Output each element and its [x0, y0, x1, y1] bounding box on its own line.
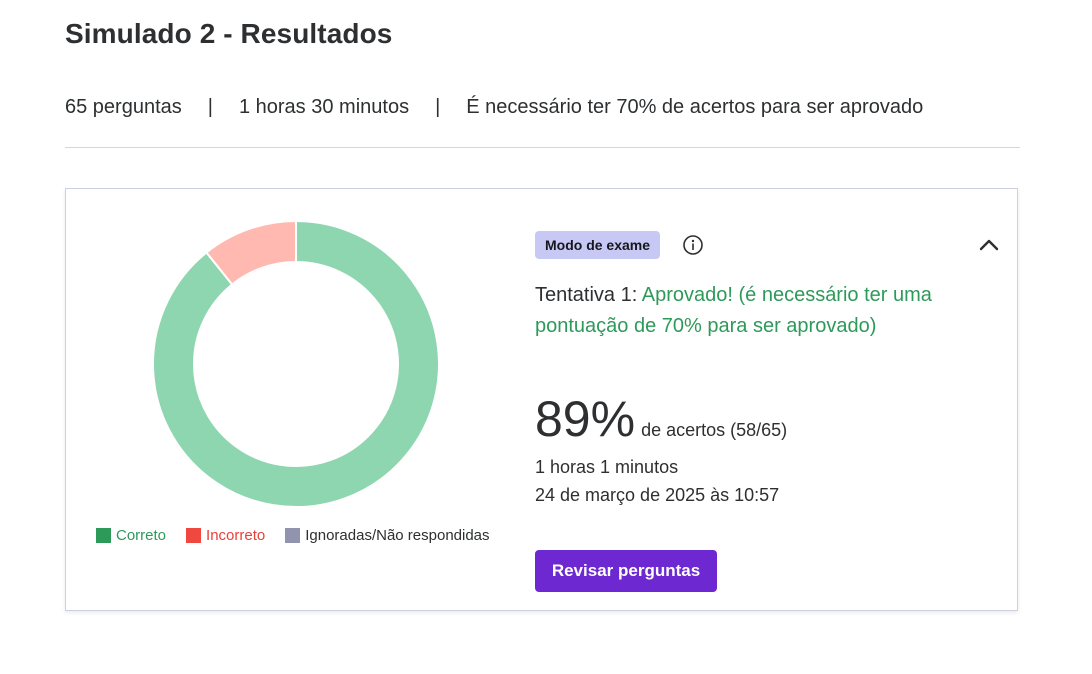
time-taken: 1 horas 1 minutos [535, 457, 679, 477]
exam-duration: 1 horas 30 minutos [238, 96, 410, 118]
page-title: Simulado 2 - Resultados [65, 18, 393, 49]
attempt-result: Tentativa 1: Aprovado! (é necessário ter… [535, 280, 935, 342]
chevron-up-icon[interactable] [976, 233, 1002, 257]
exam-mode-badge: Modo de exame [535, 231, 661, 259]
meta-separator: | [207, 96, 213, 118]
attempt-label: Tentativa 1: [535, 284, 638, 306]
donut-slice-correto [152, 220, 440, 508]
exam-meta-row: 65 perguntas | 1 horas 30 minutos | É ne… [65, 96, 1020, 119]
pass-requirement: É necessário ter 70% de acertos para ser… [466, 96, 924, 118]
chart-legend: Correto Incorreto Ignoradas/Não respondida… [96, 527, 510, 544]
header-divider [65, 147, 1020, 148]
legend-label: Incorreto [206, 527, 266, 544]
legend-label: Ignoradas/Não respondidas [305, 527, 490, 544]
legend-item: Ignoradas/Não respondidas [285, 527, 490, 544]
question-count: 65 perguntas [65, 96, 182, 118]
results-donut-chart [152, 220, 440, 508]
legend-label: Correto [116, 527, 167, 544]
score-percent: 89% [535, 391, 636, 447]
info-icon[interactable] [682, 234, 704, 256]
review-questions-button[interactable]: Revisar perguntas [535, 550, 717, 592]
legend-swatch [186, 528, 202, 543]
score-detail: de acertos (58/65) [641, 420, 788, 440]
attempt-date: 24 de março de 2025 às 10:57 [535, 485, 780, 505]
legend-item: Correto [96, 527, 166, 544]
legend-swatch [96, 528, 111, 543]
meta-separator: | [435, 96, 441, 118]
legend-swatch [285, 528, 301, 543]
legend-item: Incorreto [186, 527, 265, 544]
result-card: Correto Incorreto Ignoradas/Não respondida… [65, 188, 1018, 611]
score-row: 89% de acertos (58/65) [535, 389, 787, 449]
